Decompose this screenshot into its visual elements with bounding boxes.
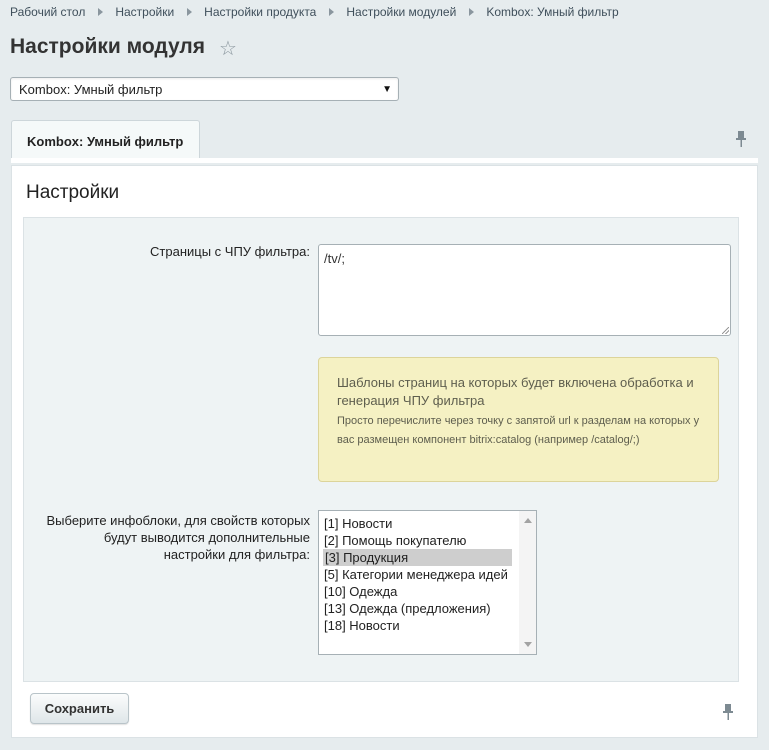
seo-pages-value: /tv/; xyxy=(324,251,345,266)
save-button[interactable]: Сохранить xyxy=(30,693,129,724)
breadcrumb-arrow-icon xyxy=(187,8,193,17)
list-item[interactable]: [5] Категории менеджера идей xyxy=(324,566,508,583)
tab-underline xyxy=(11,158,758,163)
scroll-up-icon[interactable] xyxy=(524,518,532,523)
list-item[interactable]: [18] Новости xyxy=(324,617,400,634)
breadcrumb-arrow-icon xyxy=(469,8,475,17)
listbox-scrollbar[interactable] xyxy=(519,511,536,654)
pin-icon[interactable] xyxy=(722,703,734,725)
breadcrumb-arrow-icon xyxy=(98,8,104,17)
hint-box: Шаблоны страниц на которых будет включен… xyxy=(318,357,719,482)
breadcrumb-item-current[interactable]: Kombox: Умный фильтр xyxy=(486,5,618,19)
hint-title: Шаблоны страниц на которых будет включен… xyxy=(337,375,694,408)
star-icon[interactable]: ☆ xyxy=(219,36,237,61)
breadcrumb-arrow-icon xyxy=(329,8,335,17)
list-item[interactable]: [10] Одежда xyxy=(324,583,397,600)
module-select-value: Kombox: Умный фильтр xyxy=(19,82,163,97)
breadcrumb: Рабочий стол Настройки Настройки продукта Н… xyxy=(10,5,619,19)
seo-pages-textarea[interactable]: /tv/; xyxy=(318,244,731,336)
list-item-selected[interactable]: [3] Продукция xyxy=(323,549,512,566)
scroll-down-icon[interactable] xyxy=(524,642,532,647)
iblocks-listbox[interactable]: [1] Новости [2] Помощь покупателю [3] Пр… xyxy=(318,510,537,655)
pin-icon[interactable] xyxy=(735,130,747,152)
breadcrumb-item-product-settings[interactable]: Настройки продукта xyxy=(204,5,316,19)
seo-pages-label: Страницы с ЧПУ фильтра: xyxy=(150,244,310,259)
list-item[interactable]: [1] Новости xyxy=(324,515,392,532)
list-item[interactable]: [13] Одежда (предложения) xyxy=(324,600,491,617)
module-select[interactable]: Kombox: Умный фильтр ▼ xyxy=(10,77,399,101)
list-item[interactable]: [2] Помощь покупателю xyxy=(324,532,466,549)
iblocks-label: Выберите инфоблоки, для свойств которых … xyxy=(46,513,311,562)
section-title: Настройки xyxy=(26,182,120,203)
tab-kombox-filter[interactable]: Kombox: Умный фильтр xyxy=(11,120,200,159)
breadcrumb-item-module-settings[interactable]: Настройки модулей xyxy=(346,5,456,19)
breadcrumb-item-settings[interactable]: Настройки xyxy=(115,5,174,19)
chevron-down-icon: ▼ xyxy=(382,84,392,95)
breadcrumb-item-desktop[interactable]: Рабочий стол xyxy=(10,5,85,19)
resize-handle[interactable] xyxy=(722,327,729,334)
page-title: Настройки модуля xyxy=(10,35,206,58)
hint-text: Просто перечислите через точку с запятой… xyxy=(337,415,700,446)
